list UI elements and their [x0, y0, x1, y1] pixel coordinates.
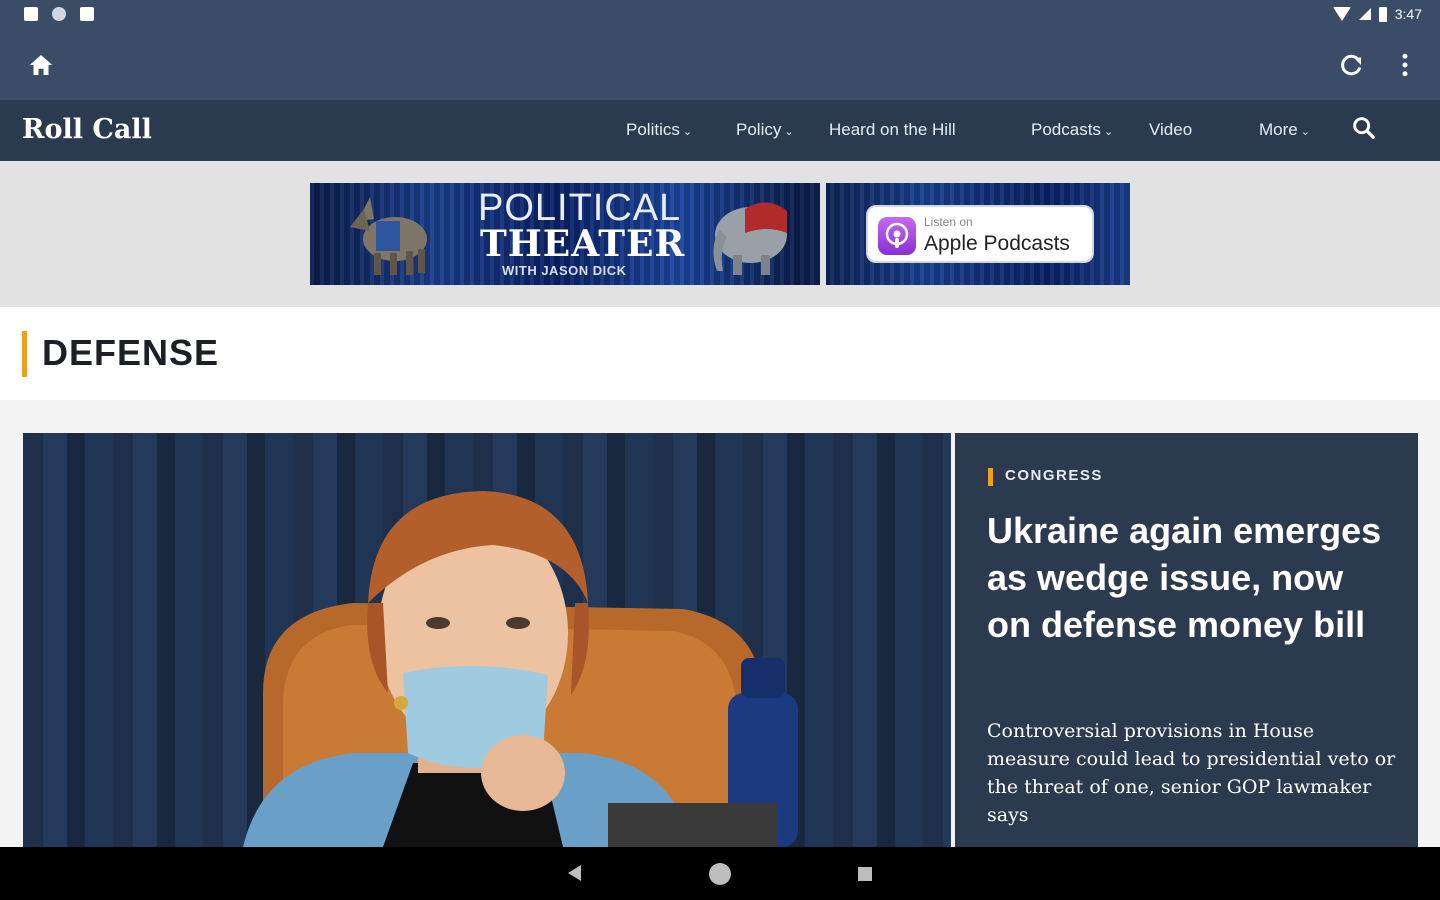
- banner-title-line2: THEATER: [480, 223, 686, 265]
- article-headline[interactable]: Ukraine again emerges as wedge issue, no…: [987, 507, 1397, 648]
- nav-item-policy[interactable]: Policy ⌄: [736, 120, 794, 140]
- signal-icon: [1358, 8, 1371, 20]
- nav-item-more[interactable]: More ⌄: [1259, 120, 1310, 140]
- article-dek: Controversial provisions in House measur…: [987, 720, 1396, 826]
- site-logo[interactable]: Roll Call: [22, 114, 152, 145]
- nav-item-label: Video: [1149, 120, 1193, 139]
- nav-item-label: Policy: [736, 120, 782, 139]
- wifi-icon: [1332, 7, 1351, 21]
- system-navigation-bar: [0, 847, 1440, 900]
- section-header: DEFENSE: [0, 307, 1440, 400]
- banner-area: POLITICAL THEATER WITH JASON DICK Listen…: [0, 161, 1440, 307]
- apple-podcasts-button[interactable]: Listen on Apple Podcasts: [866, 205, 1094, 263]
- podcasts-icon: [878, 217, 916, 255]
- search-icon[interactable]: [1350, 114, 1378, 142]
- refresh-icon[interactable]: [1336, 50, 1366, 80]
- featured-article-image[interactable]: [23, 433, 951, 847]
- nav-item-heard-on-the-hill[interactable]: Heard on the Hill: [829, 120, 956, 140]
- site-nav: Roll Call Politics ⌄ Policy ⌄ Heard on t…: [0, 100, 1440, 161]
- nav-item-video[interactable]: Video: [1149, 120, 1192, 140]
- section-title: DEFENSE: [42, 332, 220, 373]
- elephant-icon: [713, 202, 787, 275]
- battery-icon: [1378, 6, 1387, 22]
- article-photo: [243, 491, 798, 847]
- apple-podcasts-label: Apple Podcasts: [924, 232, 1070, 255]
- recents-icon[interactable]: [858, 867, 872, 881]
- donkey-icon: [350, 197, 427, 275]
- banner-divider: [820, 183, 826, 285]
- nav-item-label: Politics: [626, 120, 680, 139]
- sync-icon: [52, 7, 66, 21]
- nav-item-label: Podcasts: [1031, 120, 1101, 139]
- chevron-down-icon: ⌄: [1103, 125, 1114, 138]
- nav-item-podcasts[interactable]: Podcasts ⌄: [1031, 120, 1113, 140]
- back-icon[interactable]: [568, 865, 581, 881]
- featured-article[interactable]: CONGRESS Ukraine again emerges as wedge …: [23, 433, 1418, 847]
- chevron-down-icon: ⌄: [682, 125, 693, 138]
- system-icons: 3:47: [1332, 6, 1422, 22]
- category-label[interactable]: CONGRESS: [1005, 467, 1103, 484]
- nav-item-label: Heard on the Hill: [829, 120, 956, 139]
- nav-item-politics[interactable]: Politics ⌄: [626, 120, 692, 140]
- status-time: 3:47: [1394, 6, 1422, 22]
- overflow-menu-icon[interactable]: [1390, 50, 1420, 80]
- home-button-icon[interactable]: [709, 863, 731, 885]
- app-toolbar: [0, 30, 1440, 100]
- sd-card-icon: [80, 7, 94, 21]
- notification-icon: [24, 7, 38, 21]
- podcast-banner[interactable]: POLITICAL THEATER WITH JASON DICK Listen…: [310, 183, 1130, 285]
- status-bar: 3:47: [0, 0, 1440, 30]
- chevron-down-icon: ⌄: [784, 125, 794, 138]
- listen-on-label: Listen on: [924, 215, 973, 229]
- banner-subtitle: WITH JASON DICK: [502, 263, 627, 278]
- notification-icons: [24, 7, 94, 21]
- section-accent-bar: [22, 331, 27, 377]
- chevron-down-icon: ⌄: [1300, 125, 1310, 138]
- nav-item-label: More: [1259, 120, 1298, 139]
- featured-article-card[interactable]: CONGRESS Ukraine again emerges as wedge …: [955, 433, 1418, 847]
- category-accent-bar: [988, 468, 993, 486]
- home-icon[interactable]: [26, 50, 56, 80]
